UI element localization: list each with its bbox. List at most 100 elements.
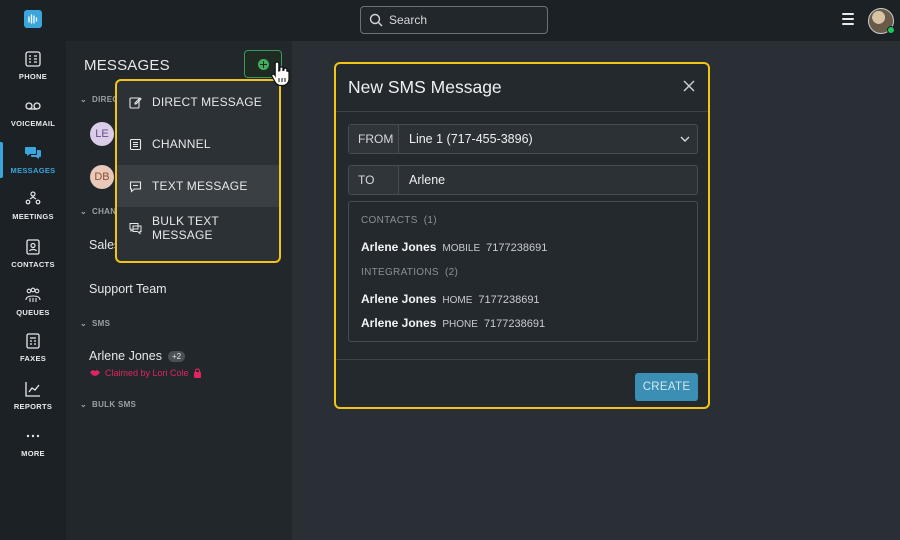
chat-bubbles-icon [25,147,41,159]
sms-icon [129,180,142,193]
nav-label: MESSAGES [10,166,56,175]
menu-item-direct-message[interactable]: DIRECT MESSAGE [117,81,279,123]
recipient-suggestions: CONTACTS (1) Arlene Jones MOBILE 7177238… [348,201,698,342]
chart-line-icon [25,382,40,397]
count-badge: +2 [167,350,186,362]
claimed-text: Claimed by Lori Cole [105,368,189,378]
to-input[interactable]: Arlene [399,166,697,194]
nav-label: FAXES [19,354,47,363]
app-logo-icon[interactable] [24,10,42,28]
chevron-down-icon [673,125,697,153]
suggestion-name: Arlene Jones [361,316,437,330]
nav-label: CONTACTS [11,260,55,269]
nav-messages[interactable]: MESSAGES [0,142,66,188]
top-bar: Search [66,0,900,41]
search-input[interactable]: Search [360,6,548,34]
nav-label: PHONE [18,72,48,81]
suggestion-name: Arlene Jones [361,240,437,254]
bulk-sms-icon [129,222,142,235]
section-channels[interactable]: ⌄ CHAN [80,207,116,216]
nav-label: VOICEMAIL [10,119,56,128]
suggestion-number: 7177238691 [478,294,540,306]
nav-label: QUEUES [16,308,50,317]
avatar[interactable]: DB [90,165,114,189]
handshake-icon [90,370,100,376]
menu-item-label: DIRECT MESSAGE [152,95,262,109]
suggestion-row[interactable]: Arlene Jones PHONE 7177238691 [361,316,545,330]
search-icon [369,13,383,27]
lock-icon [193,368,201,378]
menu-item-channel[interactable]: CHANNEL [117,123,279,165]
suggestion-type: HOME [442,295,473,306]
divider [336,111,708,112]
channel-item[interactable]: Support Team [89,282,167,296]
nav-more[interactable]: MORE [0,427,66,471]
section-label: BULK SMS [92,400,137,409]
menu-item-label: CHANNEL [152,137,211,151]
to-field[interactable]: TO Arlene [348,165,698,195]
group-icon [25,287,41,302]
hand-cursor-icon [271,61,290,87]
nav-contacts[interactable]: CONTACTS [0,238,66,282]
menu-item-text-message[interactable]: TEXT MESSAGE [117,165,279,207]
menu-item-label: BULK TEXT MESSAGE [152,214,219,242]
section-label: SMS [92,319,111,328]
people-icon [25,191,41,205]
suggestion-row[interactable]: Arlene Jones MOBILE 7177238691 [361,240,547,254]
from-label: FROM [349,125,399,153]
search-placeholder: Search [389,13,428,27]
section-label: CHAN [92,207,117,216]
edit-icon [129,96,142,109]
menu-item-label: TEXT MESSAGE [152,179,248,193]
suggestion-number: 7177238691 [486,242,548,254]
nav-label: MORE [21,449,45,458]
suggestion-type: PHONE [442,319,478,330]
integrations-header: INTEGRATIONS (2) [361,267,459,278]
new-sms-dialog: New SMS Message FROM Line 1 (717-455-389… [334,62,710,409]
suggestion-row[interactable]: Arlene Jones HOME 7177238691 [361,292,540,306]
suggestion-name: Arlene Jones [361,292,437,306]
divider [336,359,708,360]
from-select[interactable]: FROM Line 1 (717-455-3896) [348,124,698,154]
ellipsis-icon [26,434,40,438]
list-icon [129,138,142,150]
nav-faxes[interactable]: FAXES [0,332,66,376]
fax-icon [26,333,40,349]
online-status-icon [887,26,895,34]
to-label: TO [349,166,399,194]
create-button[interactable]: CREATE [635,373,698,401]
from-value: Line 1 (717-455-3896) [409,132,533,146]
nav-queues[interactable]: QUEUES [0,286,66,330]
contacts-header: CONTACTS (1) [361,215,437,226]
nav-label: MEETINGS [12,212,54,221]
chevron-down-icon: ⌄ [80,400,88,409]
menu-item-bulk-text-message[interactable]: BULK TEXT MESSAGE [117,207,279,249]
suggestion-number: 7177238691 [483,318,546,330]
section-sms[interactable]: ⌄ SMS [80,319,110,328]
nav-reports[interactable]: REPORTS [0,380,66,424]
close-icon[interactable] [682,79,696,93]
contact-card-icon [26,239,40,255]
chevron-down-icon: ⌄ [80,207,88,216]
nav-meetings[interactable]: MEETINGS [0,190,66,234]
chevron-down-icon: ⌄ [80,319,88,328]
new-message-menu: DIRECT MESSAGE CHANNEL TEXT MESSAGE BULK… [115,79,281,263]
phone-grid-icon [25,51,41,67]
section-bulk-sms[interactable]: ⌄ BULK SMS [80,400,136,409]
suggestion-type: MOBILE [442,243,481,254]
sms-conversation-item[interactable]: Arlene Jones +2 [89,349,186,363]
claimed-status: Claimed by Lori Cole [89,368,206,378]
nav-label: REPORTS [13,402,53,411]
nav-voicemail[interactable]: VOICEMAIL [0,97,66,141]
avatar[interactable]: LE [90,122,114,146]
nav-rail: PHONE VOICEMAIL MESSAGES MEETINGS CONTAC… [0,0,66,540]
nav-phone[interactable]: PHONE [0,50,66,94]
user-avatar[interactable] [868,8,895,34]
menu-icon[interactable] [842,13,854,25]
chevron-down-icon: ⌄ [80,95,88,104]
panel-title: MESSAGES [84,57,170,74]
dialog-title: New SMS Message [348,77,502,97]
plus-circle-icon [257,58,269,70]
voicemail-icon [25,102,41,110]
sms-contact-name: Arlene Jones [89,349,162,363]
